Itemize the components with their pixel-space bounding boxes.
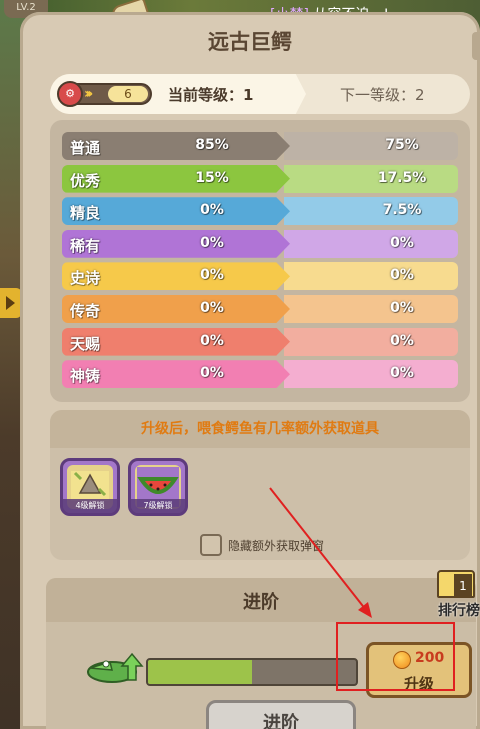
annotation-arrow-icon [269,487,372,618]
